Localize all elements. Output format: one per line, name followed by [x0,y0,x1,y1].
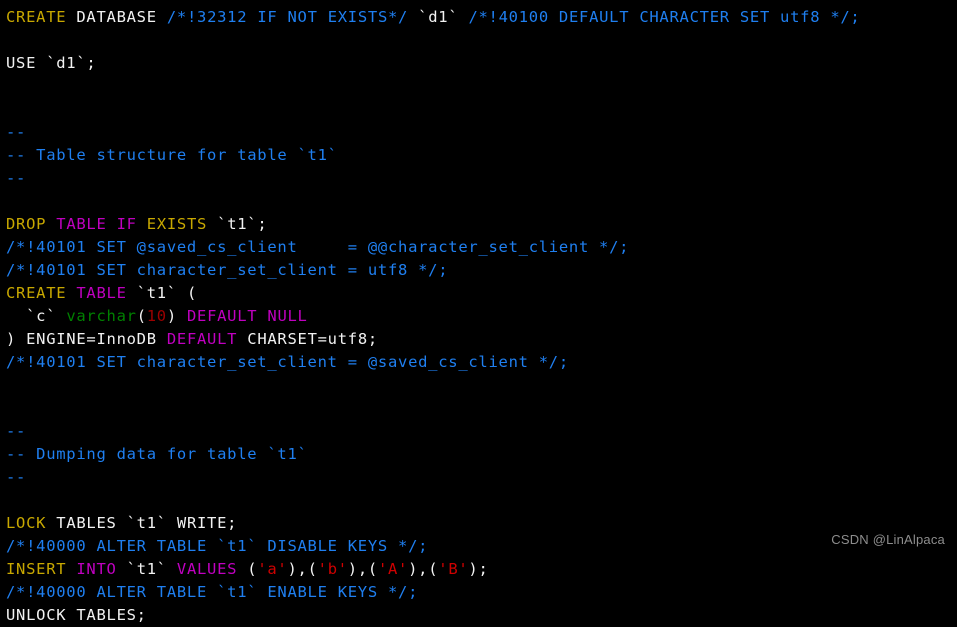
code-token: -- [6,123,27,141]
code-token: ) [166,307,187,325]
csdn-watermark: CSDN @LinAlpaca [831,532,945,547]
code-token: `t1` ( [136,284,198,302]
sql-code-view[interactable]: CREATE DATABASE /*!32312 IF NOT EXISTS*/… [0,0,957,627]
code-token: DATABASE [76,8,157,26]
code-token: LOCK [6,514,47,532]
code-line: -- [6,466,957,489]
code-token: EXISTS [146,215,208,233]
code-token: CHARSET=utf8; [237,330,378,348]
code-token: `t1`; [217,215,268,233]
code-line: /*!40101 SET character_set_client = utf8… [6,259,957,282]
code-token: ( [237,560,258,578]
code-token: 'A' [377,560,409,578]
code-line: USE `d1`; [6,52,957,75]
code-token: `c` [6,307,67,325]
code-line: `c` varchar(10) DEFAULT NULL [6,305,957,328]
code-token: INTO [76,560,117,578]
code-line: INSERT INTO `t1` VALUES ('a'),('b'),('A'… [6,558,957,581]
code-line: /*!40101 SET @saved_cs_client = @@charac… [6,236,957,259]
code-token: TABLE [76,284,127,302]
code-line: CREATE TABLE `t1` ( [6,282,957,305]
code-token: -- [6,169,27,187]
code-token: 'B' [438,560,469,578]
code-line: CREATE DATABASE /*!32312 IF NOT EXISTS*/… [6,6,957,29]
code-token: CREATE [6,8,67,26]
code-line: ) ENGINE=InnoDB DEFAULT CHARSET=utf8; [6,328,957,351]
code-token: ),( [287,560,318,578]
code-token: DEFAULT [186,307,258,325]
code-line: -- [6,420,957,443]
code-line: DROP TABLE IF EXISTS `t1`; [6,213,957,236]
code-token: 10 [146,307,167,325]
code-token: VALUES [176,560,238,578]
code-line: LOCK TABLES `t1` WRITE; [6,512,957,535]
code-token: ) ENGINE=InnoDB [6,330,167,348]
code-token: `t1` [116,560,177,578]
code-line: /*!40101 SET character_set_client = @sav… [6,351,957,374]
code-line: -- [6,121,957,144]
code-token: ( [136,307,147,325]
code-token: -- Dumping data for table `t1` [6,445,308,463]
code-token: /*!40000 ALTER TABLE `t1` DISABLE KEYS *… [6,537,429,555]
code-token: /*!40101 SET character_set_client = utf8… [6,261,449,279]
code-token: IF [116,215,137,233]
code-token: 'b' [317,560,348,578]
code-token: /*!40101 SET character_set_client = @sav… [6,353,569,371]
code-token: /*!40100 DEFAULT CHARACTER SET utf8 */; [468,8,861,26]
code-token: ),( [347,560,378,578]
code-token: UNLOCK TABLES; [6,606,147,624]
code-line: -- Table structure for table `t1` [6,144,957,167]
code-line: /*!40000 ALTER TABLE `t1` ENABLE KEYS */… [6,581,957,604]
code-token: `d1` [418,8,459,26]
code-line: -- Dumping data for table `t1` [6,443,957,466]
code-token: varchar [66,307,137,325]
code-token: CREATE [6,284,67,302]
code-token: DEFAULT [166,330,238,348]
code-token: TABLE [56,215,107,233]
code-token: /*!40101 SET @saved_cs_client = @@charac… [6,238,630,256]
code-token: USE `d1`; [6,54,97,72]
code-token: INSERT [6,560,67,578]
code-token: -- Table structure for table `t1` [6,146,338,164]
code-token: /*!32312 IF NOT EXISTS*/ [166,8,409,26]
code-line: -- [6,167,957,190]
code-token: 'a' [257,560,288,578]
code-token: -- [6,468,27,486]
code-token: DROP [6,215,47,233]
code-token: ),( [408,560,439,578]
code-token: -- [6,422,27,440]
code-token: NULL [267,307,308,325]
code-token: /*!40000 ALTER TABLE `t1` ENABLE KEYS */… [6,583,419,601]
code-line: UNLOCK TABLES; [6,604,957,627]
code-token: ); [468,560,489,578]
code-token: TABLES `t1` WRITE; [46,514,238,532]
